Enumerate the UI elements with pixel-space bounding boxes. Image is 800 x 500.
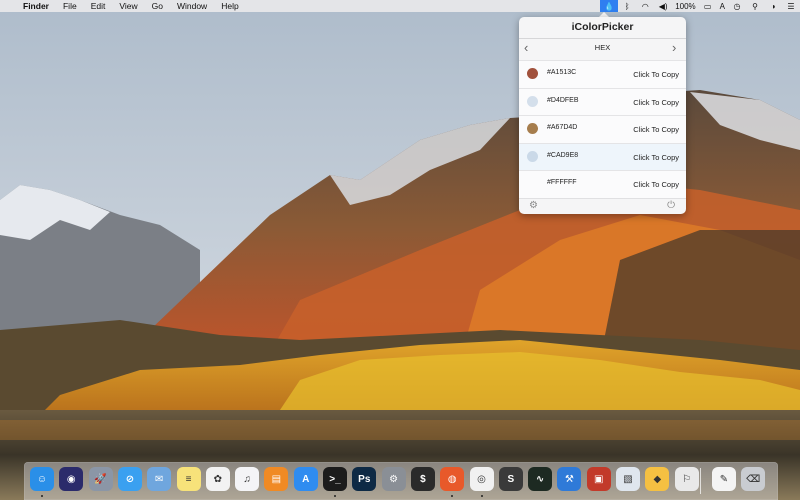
photos-icon[interactable]: ✿ (205, 467, 230, 491)
color-row[interactable]: #FFFFFF Click To Copy (519, 170, 686, 198)
menu-file[interactable]: File (56, 0, 84, 12)
menu-view[interactable]: View (112, 0, 144, 12)
time-machine-icon[interactable]: ◷ (728, 0, 746, 12)
instruments-icon[interactable]: ⚐ (674, 467, 699, 491)
menu-bar: Finder File Edit View Go Window Help 💧 ᛒ… (0, 0, 800, 12)
sublime-text-icon[interactable]: S (498, 467, 523, 491)
firefox-icon[interactable]: ◍ (440, 467, 465, 491)
color-hex-value: #FFFFFF (547, 179, 577, 187)
preview-icon[interactable]: ▧ (616, 467, 640, 491)
running-indicator (41, 495, 43, 497)
color-dropper-icon[interactable]: 💧 (600, 0, 619, 12)
color-row[interactable]: #A1513C Click To Copy (519, 60, 686, 88)
gear-icon[interactable]: ⚙ (529, 200, 538, 211)
color-swatch (527, 178, 538, 189)
cardhop-icon[interactable]: ▣ (586, 467, 611, 491)
itunes-icon[interactable]: ♫ (235, 467, 260, 491)
status-area: 💧 ᛒ ◠ ◀) 100% ▭ A ◷ ⚲ ◑ ☰ (600, 0, 800, 12)
xcode-icon[interactable]: ⚒ (557, 467, 582, 491)
format-label: HEX (594, 43, 611, 52)
battery-percentage[interactable]: 100% (672, 2, 698, 11)
color-history-list: #A1513C Click To Copy #D4DFEB Click To C… (519, 60, 686, 198)
input-source-icon[interactable]: A (717, 2, 728, 11)
running-indicator (451, 495, 454, 497)
trash-icon[interactable]: ⌫ (741, 467, 766, 491)
color-row[interactable]: #CAD9E8 Click To Copy (519, 142, 686, 171)
menu-help[interactable]: Help (214, 0, 245, 12)
user-icon[interactable]: ◑ (764, 0, 782, 12)
activity-monitor-icon[interactable]: ∿ (528, 467, 553, 491)
color-hex-value: #CAD9E8 (547, 151, 579, 159)
next-format-icon[interactable]: › (672, 38, 676, 58)
icolorpicker-popover: iColorPicker ‹ HEX › #A1513C Click To Co… (519, 17, 686, 214)
app-store-icon[interactable]: A (293, 467, 318, 491)
menu-edit[interactable]: Edit (84, 0, 113, 12)
color-hex-value: #A1513C (547, 69, 577, 76)
popover-title: iColorPicker (571, 21, 634, 33)
notification-center-icon[interactable]: ☰ (782, 0, 800, 12)
running-indicator (334, 495, 336, 497)
system-preferences-icon[interactable]: ⚙ (381, 467, 406, 491)
color-swatch (527, 68, 538, 79)
running-indicator (480, 495, 483, 497)
spotlight-icon[interactable]: ⚲ (746, 0, 764, 12)
copy-button[interactable]: Click To Copy (633, 98, 679, 107)
chrome-icon[interactable]: ◎ (469, 467, 494, 491)
dock: ☺ ◉ 🚀 ⊘ ✉ ≡ ✿ ♫ ▤ A >_ Ps ⚙ $ ◍ ◎ S ∿ ⚒ ▣ ▧ ◆ ⚐ ✎ ⌫ (24, 462, 778, 500)
photoshop-icon[interactable]: Ps (352, 467, 377, 491)
terminal-icon[interactable]: >_ (323, 467, 347, 491)
bluetooth-icon[interactable]: ᛒ (618, 0, 636, 12)
color-hex-value: #A67D4D (547, 124, 578, 132)
color-swatch (527, 150, 538, 162)
mail-icon[interactable]: ✉ (147, 467, 172, 491)
dock-divider (700, 468, 701, 494)
menu-go[interactable]: Go (145, 0, 170, 12)
finder-icon[interactable]: ☺ (30, 467, 54, 491)
document-icon[interactable]: ✎ (711, 467, 736, 491)
sketch-icon[interactable]: ◆ (645, 467, 670, 491)
copy-button[interactable]: Click To Copy (633, 70, 679, 79)
menu-finder[interactable]: Finder (16, 0, 56, 12)
popover-footer: ⚙ ⏻ (519, 198, 686, 215)
desktop: Finder File Edit View Go Window Help 💧 ᛒ… (0, 0, 800, 500)
launchpad-icon[interactable]: 🚀 (88, 467, 113, 491)
battery-icon[interactable]: ▭ (699, 0, 717, 12)
color-row[interactable]: #A67D4D Click To Copy (519, 115, 686, 143)
safari-icon[interactable]: ⊘ (117, 467, 142, 491)
color-swatch (527, 95, 538, 107)
color-row[interactable]: #D4DFEB Click To Copy (519, 87, 686, 116)
copy-button[interactable]: Click To Copy (633, 125, 679, 134)
console-icon[interactable]: $ (410, 467, 435, 491)
menu-window[interactable]: Window (170, 0, 214, 12)
divider (519, 38, 686, 39)
color-swatch (527, 123, 538, 135)
notes-icon[interactable]: ≡ (176, 467, 201, 491)
copy-button[interactable]: Click To Copy (633, 153, 679, 162)
ibooks-icon[interactable]: ▤ (264, 467, 289, 491)
copy-button[interactable]: Click To Copy (633, 180, 679, 189)
volume-icon[interactable]: ◀) (654, 0, 672, 12)
color-hex-value: #D4DFEB (547, 96, 579, 104)
siri-icon[interactable]: ◉ (59, 467, 84, 491)
power-icon[interactable]: ⏻ (667, 200, 675, 211)
wifi-icon[interactable]: ◠ (636, 0, 654, 12)
